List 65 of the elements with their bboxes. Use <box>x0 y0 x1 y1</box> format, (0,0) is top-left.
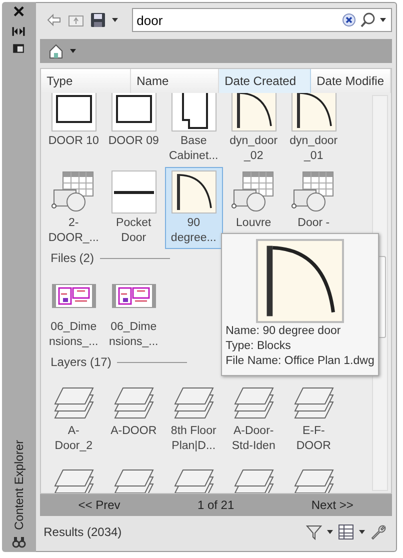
prev-link[interactable]: << Prev <box>78 498 120 512</box>
item-label: 2- DOOR_... <box>48 216 99 246</box>
tooltip-text: Name: 90 degree door <box>226 324 341 339</box>
item-label: DOOR 10 <box>48 134 99 149</box>
clear-icon[interactable] <box>342 13 356 27</box>
palette-title: Content Explorer <box>12 440 26 530</box>
filter-icon[interactable] <box>306 524 322 540</box>
content-tile[interactable]: dyn_door _01 <box>284 93 343 167</box>
caret-icon[interactable] <box>70 49 76 53</box>
tooltip-text: File Name: Office Plan 1.dwg <box>226 354 374 369</box>
content-tile[interactable]: A- Door_2 <box>44 375 103 457</box>
binoculars-icon <box>12 536 26 548</box>
caret-icon[interactable] <box>359 530 365 534</box>
item-label: A-DOOR <box>110 424 157 439</box>
content-tile[interactable]: A-DOOR <box>104 375 163 457</box>
caret-icon[interactable] <box>112 18 118 22</box>
column-header[interactable]: Date Created <box>218 69 311 93</box>
item-label: Door - <box>298 216 330 231</box>
item-label: dyn_door _02 <box>230 134 278 164</box>
item-label: 8th Floor Plan|D... <box>170 424 216 454</box>
wrench-icon[interactable] <box>370 524 386 540</box>
item-label: Louvre <box>236 216 272 231</box>
item-label: DOOR 09 <box>108 134 159 149</box>
content-tile[interactable]: 90 degree... <box>164 167 223 249</box>
content-tile[interactable]: DOOR 10 <box>44 93 103 167</box>
item-label: 06_Dime nsions_... <box>109 320 158 350</box>
item-label: E-F- DOOR <box>296 424 331 454</box>
results-count: Results (2034) <box>44 525 122 539</box>
item-label: 90 degree... <box>170 216 216 246</box>
door-swing-icon <box>254 238 345 324</box>
page-indicator: 1 of 21 <box>197 498 234 512</box>
section-title: Layers (17) <box>50 355 112 369</box>
content-tile[interactable]: 06_Dime nsions_... <box>44 271 103 353</box>
content-tile[interactable]: Door - <box>284 167 343 249</box>
item-label: Base Cabinet... <box>169 134 218 164</box>
content-tile[interactable]: dyn_door _02 <box>224 93 283 167</box>
caret-icon[interactable] <box>380 18 386 22</box>
content-tile[interactable]: 8th Floor Plan|D... <box>164 375 223 457</box>
item-label: 06_Dime nsions_... <box>49 320 98 350</box>
content-tile[interactable]: Base Cabinet... <box>164 93 223 167</box>
caret-icon[interactable] <box>327 530 333 534</box>
search-icon[interactable] <box>360 12 376 28</box>
item-label: Pocket Door <box>116 216 152 246</box>
content-tile[interactable]: DOOR 09 <box>104 93 163 167</box>
content-tile[interactable]: 06_Dime nsions_... <box>104 271 163 353</box>
content-tile[interactable]: 2- DOOR_... <box>44 167 103 249</box>
save-icon[interactable] <box>90 12 106 28</box>
content-tile[interactable]: Louvre <box>224 167 283 249</box>
item-label: dyn_door _01 <box>290 134 338 164</box>
section-title: Files (2) <box>50 251 94 265</box>
item-label: A- Door_2 <box>54 424 92 454</box>
content-tile[interactable]: A-Door- Std-Iden <box>224 375 283 457</box>
auto-hide-icon[interactable] <box>12 26 26 37</box>
door-swing-icon <box>170 170 217 214</box>
home-icon[interactable] <box>48 43 64 59</box>
tooltip-text: Type: Blocks <box>226 339 291 354</box>
next-link[interactable]: Next >> <box>311 498 354 512</box>
properties-icon[interactable] <box>12 43 26 54</box>
content-tile[interactable]: E-F- DOOR <box>284 375 343 457</box>
search-field[interactable]: door <box>132 8 392 32</box>
content-tile[interactable]: Pocket Door <box>104 167 163 249</box>
view-icon[interactable] <box>338 524 354 540</box>
item-label: A-Door- Std-Iden <box>232 424 276 454</box>
close-button[interactable]: × <box>12 4 25 20</box>
back-icon[interactable] <box>46 12 62 28</box>
